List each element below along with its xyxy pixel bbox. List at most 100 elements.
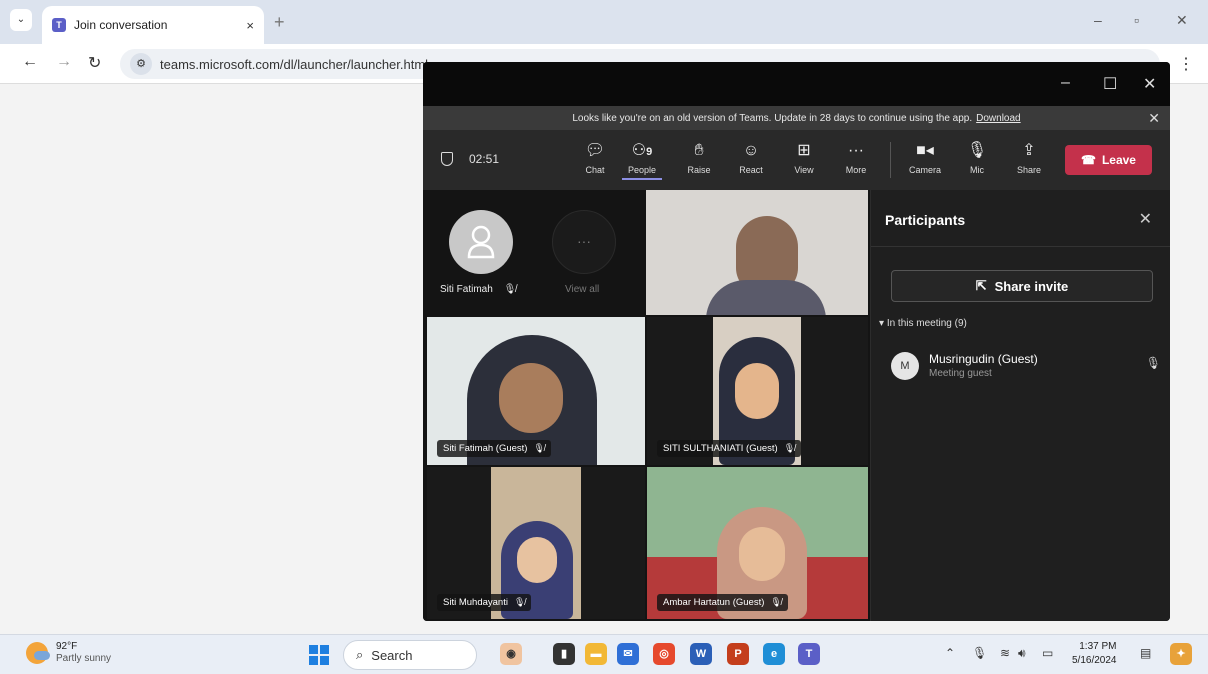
widget-app-icon[interactable]: ◉ [500, 643, 522, 665]
mic-button[interactable]: 🎙︎ Mic [957, 140, 997, 175]
site-info-icon[interactable]: ⚙ [130, 53, 152, 75]
react-button[interactable]: ☺ React [731, 140, 771, 175]
participant-video-body [706, 280, 826, 315]
video-stage: ··· Siti Fatimah 🎙︎̸ View all Siti Fatim… [423, 190, 870, 621]
mic-muted-icon: 🎙︎̸ [533, 443, 545, 453]
chat-icon: 💬︎ [584, 142, 606, 159]
video-tile[interactable]: Ambar Hartatun (Guest) 🎙︎̸ [647, 467, 868, 619]
hand-icon: ✋︎ [694, 142, 704, 159]
timer-text: 02:51 [469, 152, 500, 166]
forward-icon[interactable]: → [56, 53, 72, 71]
video-tile[interactable]: Siti Fatimah (Guest) 🎙︎̸ [427, 317, 645, 465]
video-name-label: Ambar Hartatun (Guest) 🎙︎̸ [657, 594, 788, 611]
raise-button[interactable]: ✋︎ Raise [679, 140, 719, 175]
edge-icon[interactable]: e [763, 643, 785, 665]
view-all-avatar[interactable]: ··· [552, 210, 616, 274]
participant-avatar: M [891, 352, 919, 380]
teams-titlebar: – ☐ ✕ [423, 62, 1170, 106]
more-button[interactable]: ··· More [836, 140, 876, 175]
word-icon[interactable]: W [690, 643, 712, 665]
react-label: React [739, 165, 763, 175]
tab-close-button[interactable]: × [246, 18, 254, 33]
video-tile[interactable] [646, 190, 868, 315]
view-all-label[interactable]: View all [565, 284, 599, 295]
update-close-icon[interactable]: ✕ [1148, 110, 1160, 127]
phone-hangup-icon: ☎ [1081, 153, 1096, 167]
teams-icon[interactable]: T [798, 643, 820, 665]
copilot-icon[interactable]: ✦ [1170, 643, 1192, 665]
weather-widget[interactable]: 92°F Partly sunny [26, 641, 111, 665]
mail-icon[interactable]: ✉ [617, 643, 639, 665]
volume-icon[interactable]: 🔊︎ [1018, 646, 1026, 661]
powerpoint-icon[interactable]: P [727, 643, 749, 665]
minimize-icon[interactable]: – [1094, 12, 1102, 28]
video-name: Siti Muhdayanti [443, 597, 508, 608]
more-label: More [845, 165, 867, 175]
participant-role: Meeting guest [929, 368, 992, 379]
update-banner: Looks like you're on an old version of T… [423, 106, 1170, 130]
taskbar: 92°F Partly sunny ⌕ Search ◉ ▮ ▬ ✉ ◎ W P… [0, 634, 1208, 674]
teams-close-icon[interactable]: ✕ [1143, 74, 1156, 94]
task-view-icon[interactable]: ▮ [553, 643, 575, 665]
url-text: teams.microsoft.com/dl/launcher/launcher… [160, 56, 429, 72]
update-text: Looks like you're on an old version of T… [572, 112, 973, 124]
in-meeting-label: In this meeting (9) [886, 318, 967, 329]
search-label: Search [371, 647, 413, 663]
new-tab-button[interactable]: + [274, 12, 285, 33]
video-tile[interactable]: Siti Muhdayanti 🎙︎̸ [427, 467, 645, 619]
leave-button[interactable]: ☎ Leave [1065, 145, 1152, 175]
tray-overflow-icon[interactable]: ⌃ [945, 646, 955, 660]
windows-logo-tile [309, 656, 318, 665]
chrome-icon[interactable]: ◎ [653, 643, 675, 665]
tab-search-menu-button[interactable]: ⌄ [10, 9, 32, 31]
browser-tab[interactable]: T Join conversation × [42, 6, 264, 44]
video-tile[interactable]: SITI SULTHANIATI (Guest) 🎙︎̸ [647, 317, 868, 465]
share-invite-button[interactable]: ⇱ Share invite [891, 270, 1153, 302]
notification-icon[interactable]: ▤ [1140, 646, 1151, 660]
mic-muted-icon: 🎙︎̸ [513, 597, 526, 607]
participant-avatar[interactable] [449, 210, 513, 274]
back-icon[interactable]: ← [22, 53, 38, 71]
panel-title: Participants [885, 212, 966, 228]
close-icon[interactable]: ✕ [1176, 12, 1188, 29]
more-icon: ··· [848, 142, 864, 159]
restore-icon[interactable]: ▫ [1134, 12, 1139, 28]
video-name: Siti Fatimah (Guest) [443, 443, 528, 454]
caret-down-icon: ▾ [879, 318, 885, 329]
tab-title: Join conversation [74, 18, 168, 32]
reload-icon[interactable]: ↻ [88, 53, 101, 73]
chat-button[interactable]: 💬︎ Chat [575, 140, 615, 175]
share-label: Share [1016, 165, 1042, 175]
video-name: Ambar Hartatun (Guest) [663, 597, 765, 608]
taskbar-search[interactable]: ⌕ Search [343, 640, 477, 670]
participant-row[interactable]: M Musringudin (Guest) Meeting guest 🎙︎ [891, 348, 1161, 384]
clock[interactable]: 1:37 PM 5/16/2024 [1072, 640, 1117, 668]
in-meeting-section[interactable]: ▾ In this meeting (9) [879, 318, 967, 329]
file-explorer-icon[interactable]: ▬ [585, 643, 607, 665]
tray-mic-icon[interactable]: 🎙︎ [972, 646, 987, 660]
teams-meeting-window: – ☐ ✕ Looks like you're on an old versio… [423, 62, 1170, 621]
teams-minimize-icon[interactable]: – [1061, 74, 1070, 92]
participant-video-face [735, 363, 779, 419]
teams-maximize-icon[interactable]: ☐ [1103, 74, 1117, 94]
start-button[interactable] [309, 645, 329, 665]
people-icon: ⚇9 [631, 142, 653, 159]
grid-icon: ⊞ [797, 142, 811, 159]
participant-video-face [739, 527, 785, 581]
panel-close-icon[interactable]: ✕ [1139, 209, 1152, 229]
toolbar-separator [890, 142, 891, 178]
mic-icon: 🎙︎ [966, 142, 988, 159]
video-name-label: Siti Muhdayanti 🎙︎̸ [437, 594, 532, 611]
download-link[interactable]: Download [976, 113, 1020, 124]
people-button[interactable]: ⚇9 People [622, 140, 662, 180]
meeting-timer: 02:51 [441, 152, 499, 166]
share-button[interactable]: ⇪ Share [1009, 140, 1049, 175]
camera-button[interactable]: ■◂ Camera [905, 140, 945, 175]
share-invite-label: Share invite [994, 278, 1069, 294]
video-name-label: SITI SULTHANIATI (Guest) 🎙︎̸ [657, 440, 802, 457]
view-button[interactable]: ⊞ View [784, 140, 824, 175]
browser-menu-icon[interactable]: ⋮ [1178, 54, 1194, 74]
view-label: View [794, 165, 814, 175]
battery-icon[interactable]: ▭ [1042, 646, 1053, 660]
wifi-icon[interactable]: ≋ [1000, 646, 1010, 660]
